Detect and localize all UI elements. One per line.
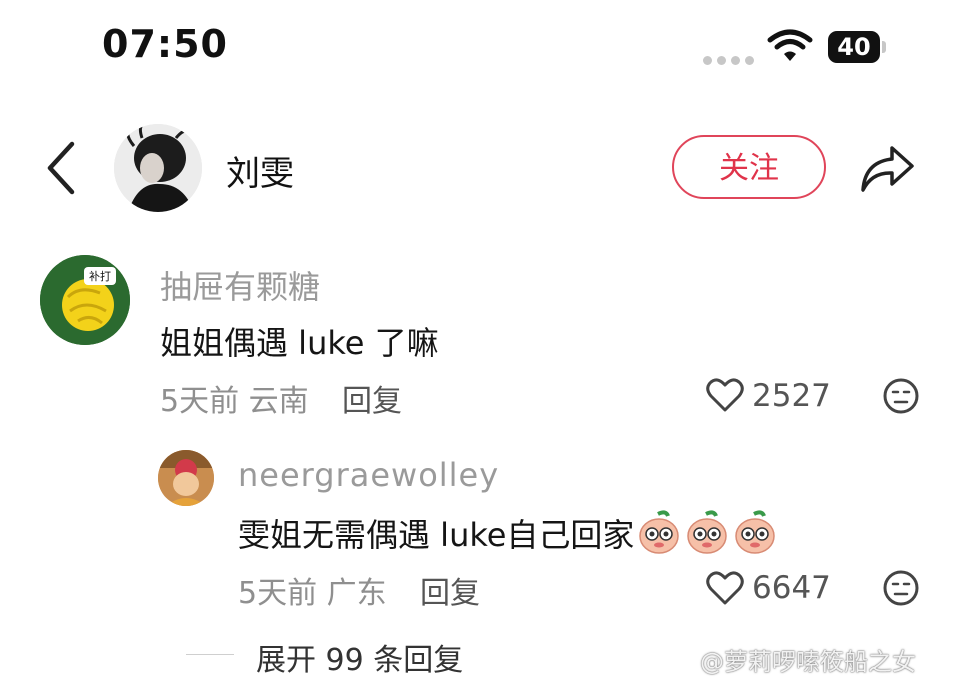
follow-button[interactable]: 关注 [672,135,826,199]
peach-emoji-icon [636,510,682,564]
commenter-avatar[interactable] [158,450,214,506]
emoji-reaction-icon[interactable] [882,377,920,419]
comment-meta: 5天前 广东 [238,576,387,611]
avatar-badge-text: 补打 [89,269,111,283]
status-time: 07:50 [102,22,228,66]
share-icon[interactable] [858,142,916,200]
heart-icon[interactable] [705,377,745,417]
profile-avatar[interactable] [114,124,202,212]
expand-replies-button[interactable]: 展开 99 条回复 [256,635,463,679]
comment-text-row: 雯姐无需偶遇 luke自己回家 [238,510,778,564]
battery-tip [882,41,886,53]
wifi-icon [766,28,814,68]
commenter-avatar[interactable]: 补打 [40,255,130,345]
peach-emoji-icon [684,510,730,564]
divider [186,654,234,655]
comment-text: 雯姐无需偶遇 luke自己回家 [238,516,635,554]
weibo-watermark: @萝莉啰嗦筱船之女 [700,648,916,676]
back-icon[interactable] [44,140,78,200]
battery-indicator: 40 [828,31,880,63]
comment-author[interactable]: neergraewolley [238,456,499,494]
comment-text: 姐姐偶遇 luke 了嘛 [160,324,439,362]
profile-username[interactable]: 刘雯 [226,146,294,195]
emoji-reaction-icon[interactable] [882,569,920,611]
reply-button[interactable]: 回复 [342,376,402,420]
comment-author[interactable]: 抽屉有颗糖 [160,262,320,308]
like-count: 6647 [752,570,831,606]
heart-icon[interactable] [705,570,745,610]
peach-emoji-icon [732,510,778,564]
like-count: 2527 [752,378,831,414]
reply-button[interactable]: 回复 [420,568,480,612]
cellular-signal-icon [703,50,759,69]
comment-meta: 5天前 云南 [160,384,309,419]
